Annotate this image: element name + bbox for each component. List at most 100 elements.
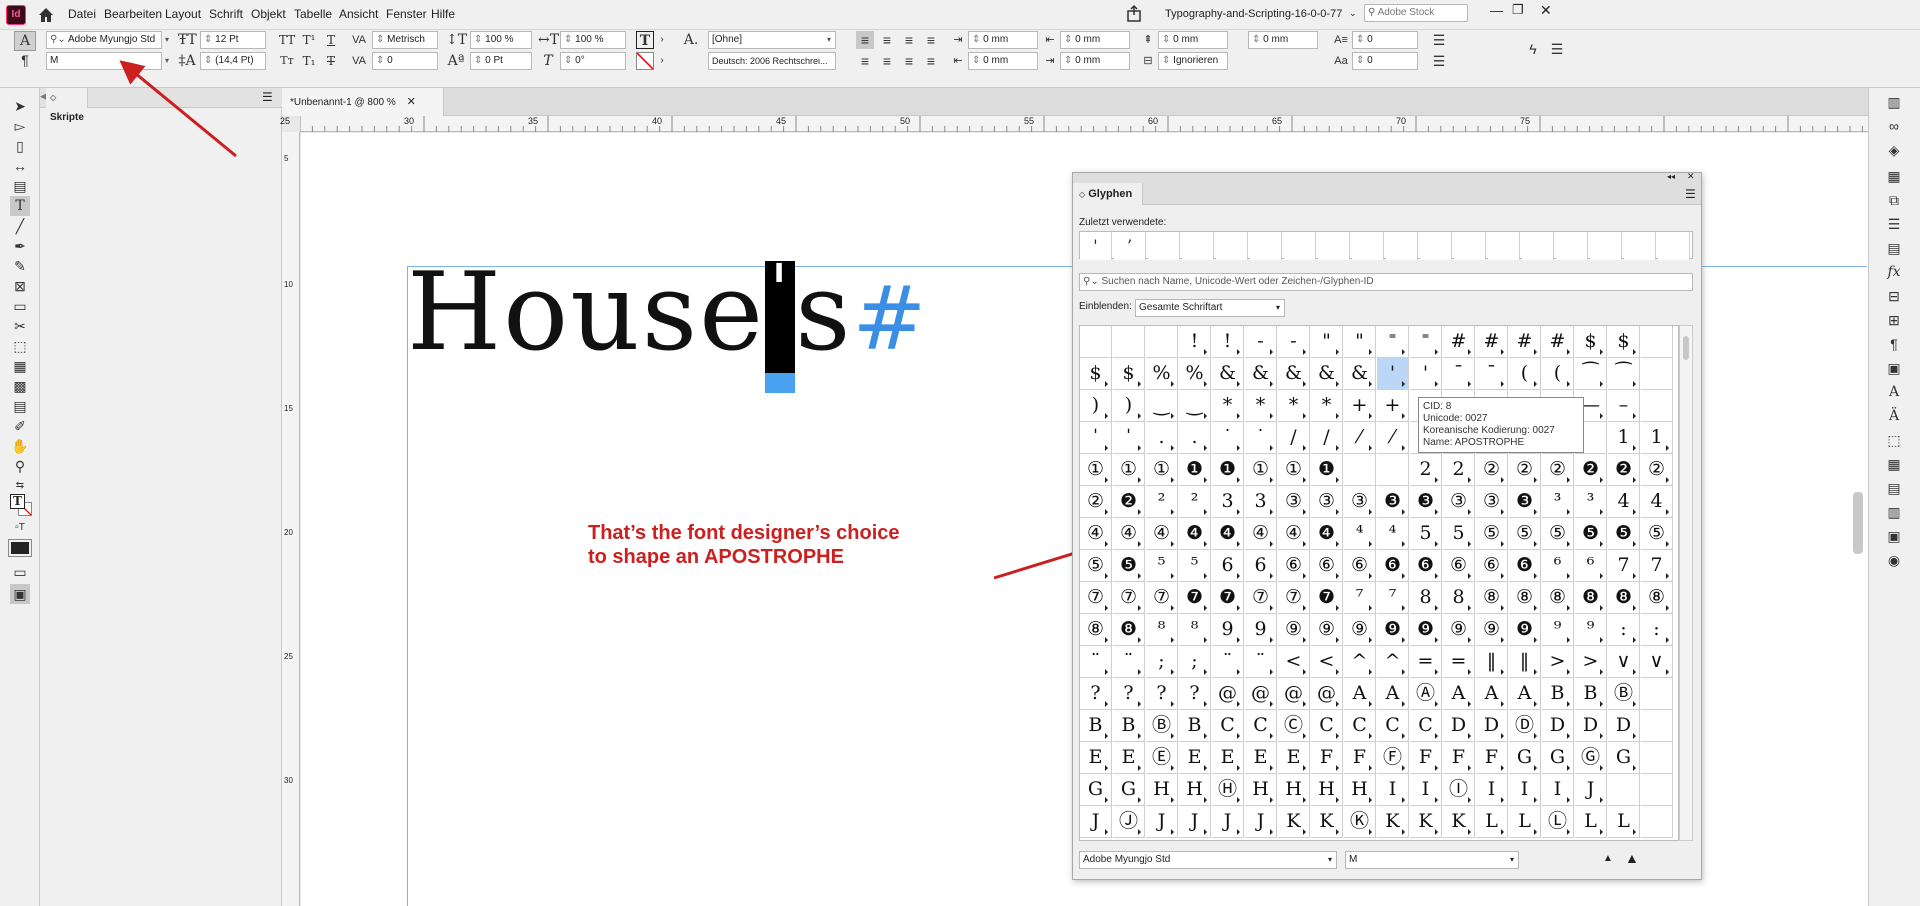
glyphs-icon[interactable]: Ä [1883, 406, 1905, 426]
glyph-cell[interactable]: J [1212, 806, 1244, 838]
glyph-cell[interactable]: ⑤ [1080, 550, 1112, 582]
glyph-cell[interactable]: J [1575, 774, 1607, 806]
glyph-cell[interactable]: ❹ [1212, 518, 1244, 550]
glyph-cell[interactable]: ² [1146, 486, 1178, 518]
glyph-cell[interactable]: 5 [1410, 518, 1442, 550]
glyph-cell[interactable]: Ⓛ [1542, 806, 1574, 838]
glyph-cell[interactable]: ⑨ [1278, 614, 1310, 646]
glyph-cell[interactable] [1080, 326, 1112, 358]
glyph-cell[interactable]: – [1608, 390, 1640, 422]
pathfinder-icon[interactable]: ⊞ [1883, 310, 1905, 330]
glyph-cell[interactable]: L [1509, 806, 1541, 838]
glyph-font-field[interactable]: Adobe Myungjo Std ▾ [1079, 851, 1337, 869]
glyph-cell[interactable]: D [1608, 710, 1640, 742]
glyph-cell[interactable]: 9 [1212, 614, 1244, 646]
glyph-cell[interactable]: @ [1245, 678, 1277, 710]
glyph-cell[interactable]: $ [1113, 358, 1145, 390]
glyph-cell[interactable]: ‖ [1509, 646, 1541, 678]
glyph-cell[interactable]: ⁷ [1377, 582, 1409, 614]
glyph-cell[interactable] [1641, 390, 1673, 422]
character-styles-icon[interactable]: A [1883, 382, 1905, 402]
glyph-cell[interactable]: ˉ [1476, 358, 1508, 390]
glyph-cell[interactable]: ❹ [1179, 518, 1211, 550]
recent-glyph-cell[interactable] [1182, 232, 1214, 260]
recent-glyph-cell[interactable] [1488, 232, 1520, 260]
glyph-cell[interactable]: ❺ [1608, 518, 1640, 550]
glyph-cell[interactable]: ④ [1113, 518, 1145, 550]
glyph-cell[interactable]: ⁸ [1179, 614, 1211, 646]
glyph-cell[interactable]: 3 [1245, 486, 1277, 518]
glyph-cell[interactable]: I [1410, 774, 1442, 806]
glyph-cell[interactable]: ⁄ [1344, 422, 1376, 454]
close-panel-icon[interactable]: ✕ [1687, 171, 1695, 182]
glyph-cell[interactable]: ⑤ [1641, 518, 1673, 550]
glyph-cell[interactable]: K [1278, 806, 1310, 838]
recent-glyph-cell[interactable]: ' [1080, 232, 1112, 260]
glyph-cell[interactable]: ⁹ [1542, 614, 1574, 646]
recent-glyph-cell[interactable] [1352, 232, 1384, 260]
glyph-cell[interactable]: B [1575, 678, 1607, 710]
glyph-cell[interactable]: ⑧ [1476, 582, 1508, 614]
glyph-cell[interactable]: I [1509, 774, 1541, 806]
glyph-cell[interactable]: @ [1311, 678, 1343, 710]
glyph-cell[interactable]: G [1509, 742, 1541, 774]
glyph-cell[interactable]: ② [1542, 454, 1574, 486]
panel-menu-icon[interactable]: ☰ [1685, 187, 1696, 201]
glyph-cell[interactable]: ③ [1311, 486, 1343, 518]
glyph-cell[interactable]: ④ [1146, 518, 1178, 550]
glyph-cell[interactable]: ⑦ [1278, 582, 1310, 614]
glyph-cell[interactable]: < [1278, 646, 1310, 678]
glyph-cell[interactable]: ‿ [1146, 390, 1178, 422]
recent-glyph-cell[interactable] [1420, 232, 1452, 260]
glyph-cell[interactable]: Ⓙ [1113, 806, 1145, 838]
zoom-in-icon[interactable]: ▲ [1625, 850, 1639, 866]
glyph-cell[interactable]: ⑤ [1476, 518, 1508, 550]
glyph-cell[interactable]: I [1476, 774, 1508, 806]
glyph-cell[interactable]: # [1443, 326, 1475, 358]
glyph-cell[interactable]: 4 [1641, 486, 1673, 518]
glyph-cell[interactable]: D [1443, 710, 1475, 742]
glyph-cell[interactable]: ⑨ [1443, 614, 1475, 646]
glyph-cell[interactable]: ❺ [1575, 518, 1607, 550]
glyph-cell[interactable]: F [1443, 742, 1475, 774]
show-dropdown[interactable]: Gesamte Schriftart ▾ [1135, 299, 1285, 317]
glyph-cell[interactable]: ⑥ [1476, 550, 1508, 582]
glyph-search-input[interactable]: ⚲⌄ Suchen nach Name, Unicode-Wert oder Z… [1079, 273, 1693, 291]
align-icon[interactable]: ⊟ [1883, 286, 1905, 306]
glyph-cell[interactable]: ⁶ [1542, 550, 1574, 582]
recent-glyph-cell[interactable] [1624, 232, 1656, 260]
glyph-cell[interactable]: : [1641, 614, 1673, 646]
glyph-cell[interactable]: ‐ [1278, 326, 1310, 358]
glyph-cell[interactable]: < [1311, 646, 1343, 678]
glyph-cell[interactable]: > [1575, 646, 1607, 678]
glyph-cell[interactable]: ⑦ [1113, 582, 1145, 614]
glyph-cell[interactable]: ‐ [1245, 326, 1277, 358]
glyph-cell[interactable]: ⑥ [1344, 550, 1376, 582]
glyph-cell[interactable]: Ⓕ [1377, 742, 1409, 774]
glyph-cell[interactable]: ❽ [1113, 614, 1145, 646]
scrollbar-thumb[interactable] [1683, 336, 1689, 360]
glyph-cell[interactable]: C [1410, 710, 1442, 742]
glyph-cell[interactable]: ❾ [1410, 614, 1442, 646]
glyph-cell[interactable]: ^ [1344, 646, 1376, 678]
glyph-cell[interactable]: ② [1476, 454, 1508, 486]
glyph-cell[interactable]: A [1377, 678, 1409, 710]
glyph-cell[interactable]: & [1344, 358, 1376, 390]
transform-icon[interactable]: ⬚ [1883, 430, 1905, 450]
glyph-cell[interactable]: ⁀ [1575, 358, 1607, 390]
glyph-cell[interactable]: G [1542, 742, 1574, 774]
glyph-cell[interactable]: ⁹ [1575, 614, 1607, 646]
glyph-cell[interactable]: C [1377, 710, 1409, 742]
layers-icon[interactable]: ◈ [1883, 140, 1905, 160]
glyph-cell[interactable]: L [1608, 806, 1640, 838]
glyph-cell[interactable]: I [1542, 774, 1574, 806]
glyph-cell[interactable]: & [1311, 358, 1343, 390]
glyph-cell[interactable]: ∨ [1608, 646, 1640, 678]
glyph-cell[interactable] [1641, 774, 1673, 806]
glyph-cell[interactable]: ❽ [1608, 582, 1640, 614]
glyph-cell[interactable]: ❻ [1377, 550, 1409, 582]
glyph-cell[interactable]: H [1245, 774, 1277, 806]
glyph-cell[interactable]: ' [1377, 358, 1409, 390]
object-styles-icon[interactable]: ▣ [1883, 526, 1905, 546]
glyph-cell[interactable]: ① [1245, 454, 1277, 486]
